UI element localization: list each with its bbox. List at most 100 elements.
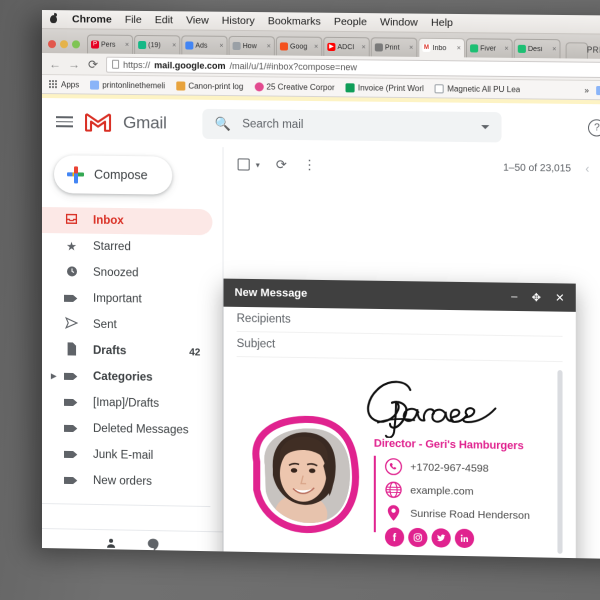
close-icon[interactable]: ×: [457, 45, 461, 52]
close-icon[interactable]: ×: [219, 42, 223, 49]
gmail-sidebar: Compose Inbox ★ Starred Snoozed Importan…: [42, 145, 223, 560]
sidebar-item-starred[interactable]: ★ Starred: [42, 233, 212, 261]
menu-help[interactable]: Help: [431, 17, 453, 29]
menu-chrome[interactable]: Chrome: [72, 13, 112, 25]
close-icon[interactable]: ×: [267, 43, 271, 50]
star-icon: ★: [66, 239, 77, 254]
sidebar-item-deleted-messages[interactable]: Deleted Messages: [42, 415, 212, 444]
browser-tab[interactable]: P Pers ×: [87, 34, 134, 54]
menu-view[interactable]: View: [186, 14, 209, 26]
globe-website-icon: [385, 481, 402, 498]
refresh-icon[interactable]: ⟳: [276, 157, 287, 173]
sidebar-item-inbox[interactable]: Inbox: [42, 207, 213, 236]
sidebar-item-imap-drafts[interactable]: [Imap]/Drafts: [42, 389, 212, 418]
close-window-button[interactable]: [47, 40, 56, 49]
bookmark-apps[interactable]: Apps: [48, 80, 79, 89]
subject-field[interactable]: Subject: [236, 331, 563, 363]
search-options-icon[interactable]: [481, 124, 490, 129]
menu-file[interactable]: File: [125, 14, 142, 26]
close-icon[interactable]: ×: [314, 43, 318, 50]
phone-icon: [385, 458, 402, 475]
sidebar-item-drafts[interactable]: Drafts 42: [42, 337, 212, 366]
compose-body[interactable]: Director - Geri's Hamburgers +1702-967-4…: [237, 363, 563, 559]
apple-icon[interactable]: [48, 13, 59, 25]
browser-tab[interactable]: (19) ×: [134, 34, 181, 55]
browser-tab-active-gmail[interactable]: M Inbo ×: [418, 37, 465, 58]
facebook-icon[interactable]: [384, 527, 405, 547]
minimize-window-button[interactable]: [60, 40, 69, 49]
close-icon[interactable]: ×: [552, 46, 556, 53]
sidebar-item-categories[interactable]: ▶ Categories: [42, 363, 212, 392]
pink-vertical-divider: [373, 455, 376, 533]
sidebar-item-label: Categories: [93, 370, 153, 384]
hamburger-menu-icon[interactable]: [55, 116, 74, 128]
help-circle-icon[interactable]: ?: [588, 119, 600, 137]
new-tab-button[interactable]: [565, 42, 588, 59]
close-icon[interactable]: ×: [362, 44, 366, 51]
browser-tab[interactable]: How ×: [228, 35, 275, 56]
chevron-left-icon[interactable]: ‹: [585, 162, 589, 176]
hangouts-chat-icon[interactable]: [147, 537, 159, 553]
other-bookmarks-folder[interactable]: Other Bo: [596, 85, 600, 95]
close-icon[interactable]: ×: [125, 41, 129, 48]
instagram-icon[interactable]: [408, 527, 428, 548]
browser-tab[interactable]: Ads ×: [181, 35, 228, 55]
bookmark-item[interactable]: Invoice (Print Worl: [345, 82, 424, 93]
close-icon[interactable]: ×: [172, 42, 176, 49]
chevron-down-icon[interactable]: ▾: [256, 160, 260, 169]
more-vertical-icon[interactable]: ⋮: [303, 157, 316, 173]
bookmarks-overflow-icon[interactable]: »: [584, 85, 589, 94]
linkedin-icon[interactable]: [454, 528, 475, 549]
reload-icon[interactable]: ⟳: [87, 57, 99, 71]
menu-bookmarks[interactable]: Bookmarks: [268, 15, 321, 28]
sidebar-item-important[interactable]: Important: [42, 285, 212, 314]
popout-expand-icon[interactable]: ✥: [532, 291, 541, 304]
url-domain: mail.google.com: [154, 59, 226, 71]
forward-arrow-icon[interactable]: →: [68, 57, 80, 71]
sidebar-item-label: New orders: [93, 474, 152, 488]
plus-icon: [67, 166, 84, 183]
contact-phone-text: +1702-967-4598: [410, 460, 489, 475]
chrome-browser-window: Chrome File Edit View History Bookmarks …: [42, 10, 600, 560]
sidebar-item-junk-email[interactable]: Junk E-mail: [42, 441, 212, 470]
draft-file-icon: [64, 342, 79, 358]
twitter-icon[interactable]: [431, 528, 451, 548]
maximize-window-button[interactable]: [72, 40, 81, 49]
page-info-icon[interactable]: [112, 59, 120, 69]
browser-tab[interactable]: Goog ×: [275, 36, 323, 56]
contact-phone-row: +1702-967-4598: [385, 455, 563, 481]
back-arrow-icon[interactable]: ←: [49, 57, 61, 71]
contact-person-icon[interactable]: [105, 537, 117, 552]
chevron-right-icon[interactable]: ▶: [51, 372, 56, 380]
close-x-icon[interactable]: ✕: [555, 291, 564, 304]
bookmark-item[interactable]: Canon-print log: [176, 80, 243, 91]
browser-tab[interactable]: ▶ ADCI ×: [323, 36, 370, 57]
compose-button[interactable]: Compose: [53, 155, 173, 195]
browser-tab[interactable]: Desi ×: [513, 38, 561, 59]
sidebar-item-new-orders[interactable]: New orders: [42, 467, 212, 496]
send-icon: [64, 316, 79, 332]
location-pin-icon: [385, 504, 402, 521]
design-icon: [517, 44, 526, 53]
menu-window[interactable]: Window: [380, 16, 418, 28]
sidebar-item-sent[interactable]: Sent: [42, 311, 212, 340]
bookmark-item[interactable]: 25 Creative Corpor: [254, 81, 335, 92]
menu-history[interactable]: History: [222, 15, 255, 27]
bookmark-item[interactable]: Magnetic All PU Lea: [434, 83, 520, 94]
url-omnibox[interactable]: https://mail.google.com/mail/u/1/#inbox?…: [106, 56, 600, 78]
menu-edit[interactable]: Edit: [155, 14, 173, 26]
browser-tab[interactable]: Fiver ×: [465, 38, 513, 58]
minimize-icon[interactable]: –: [511, 291, 517, 303]
bookmark-item[interactable]: printonlinethemeli: [90, 80, 165, 90]
search-input[interactable]: 🔍 Search mail: [202, 108, 502, 142]
sidebar-item-snoozed[interactable]: Snoozed: [42, 259, 212, 287]
recipients-placeholder: Recipients: [236, 312, 291, 326]
menu-people[interactable]: People: [334, 16, 367, 28]
window-controls[interactable]: [47, 40, 87, 53]
close-icon[interactable]: ×: [409, 44, 413, 51]
close-icon[interactable]: ×: [504, 45, 508, 52]
select-all-checkbox[interactable]: [237, 158, 250, 171]
inbox-icon: [64, 212, 79, 228]
analytics-icon: [185, 41, 194, 50]
browser-tab[interactable]: Print ×: [370, 37, 418, 57]
